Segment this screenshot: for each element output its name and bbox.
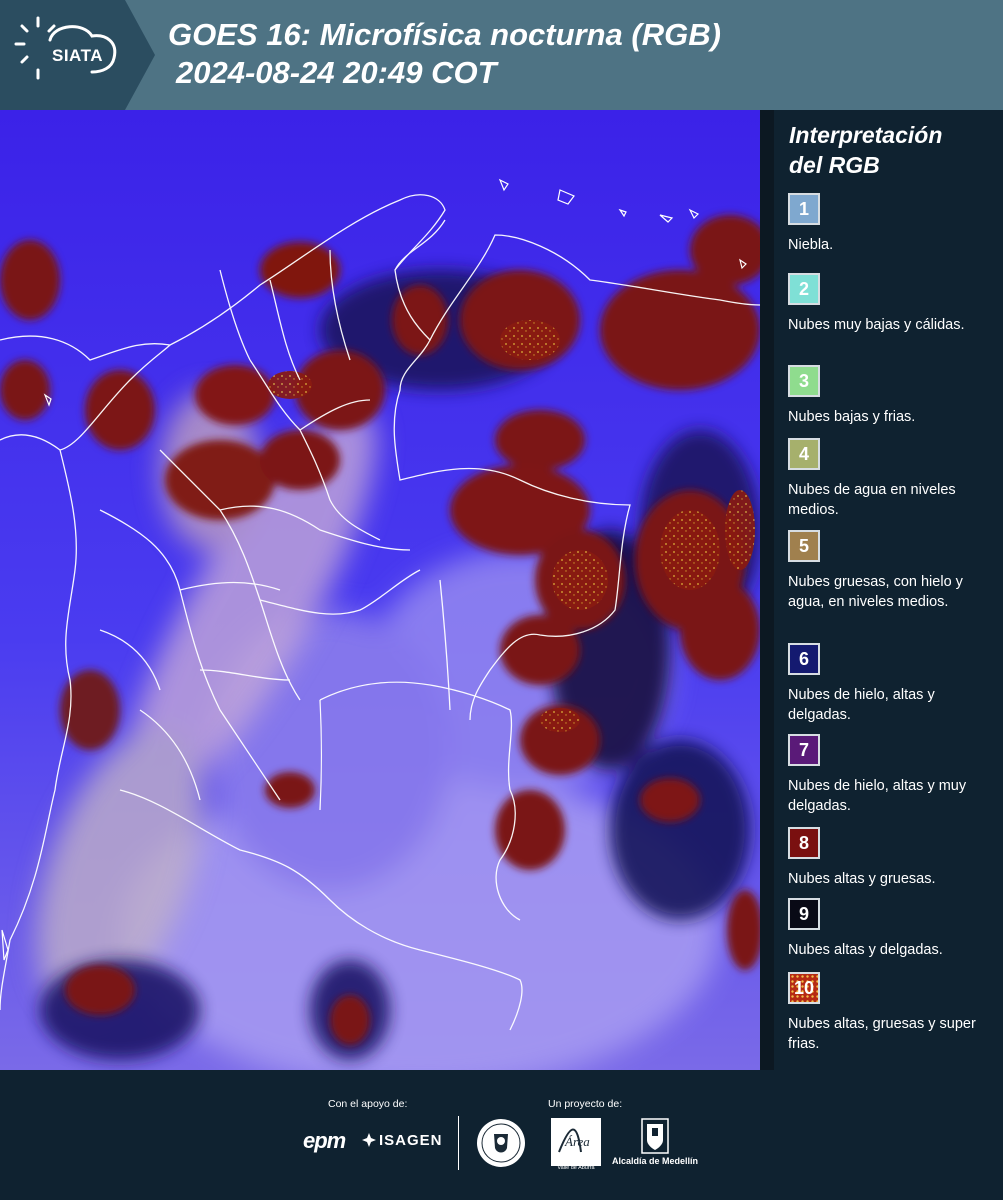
legend-swatch-9: 9 [788,898,820,930]
legend-item-1: 1 Niebla. [788,193,993,255]
legend-item-3: 3 Nubes bajas y frias. [788,365,993,427]
legend-label-2: Nubes muy bajas y cálidas. [788,317,965,333]
epm-logo: epm [303,1128,346,1153]
legend-swatch-1: 1 [788,193,820,225]
legend-item-6: 6 Nubes de hielo, altas y delgadas. [788,643,993,725]
legend-swatch-4: 4 [788,438,820,470]
legend-title: Interpretación del RGB [789,120,989,180]
legend-title-line-1: Interpretación [789,122,943,148]
legend-swatch-6: 6 [788,643,820,675]
legend-item-9: 9 Nubes altas y delgadas. [788,898,993,960]
header-bar: SIATA GOES 16: Microfísica nocturna (RGB… [0,0,1003,110]
page-title: GOES 16: Microfísica nocturna (RGB) 2024… [168,16,721,92]
legend-label-7: Nubes de hielo, altas y muy delgadas. [788,778,967,814]
alcaldia-text: Alcaldía de Medellín [612,1156,699,1166]
legend-item-5: 5 Nubes gruesas, con hielo y agua, en ni… [788,530,993,612]
legend-label-10: Nubes altas, gruesas y super frias. [788,1016,976,1052]
legend-item-4: 4 Nubes de agua en niveles medios. [788,438,993,520]
area-metropolitana-text: METROPOLITANA Valle de Aburrá [552,1159,600,1171]
medellin-shield-icon [641,1118,669,1154]
legend-swatch-7: 7 [788,734,820,766]
title-line-1: GOES 16: Microfísica nocturna (RGB) [168,17,721,52]
legend-label-1: Niebla. [788,237,834,253]
legend-title-line-2: del RGB [789,152,880,178]
legend-label-9: Nubes altas y delgadas. [788,942,943,958]
legend-panel: Interpretación del RGB 1 Niebla. 2 Nubes… [774,110,1003,1070]
siata-logo: SIATA [0,0,155,110]
area-script-text: Área [564,1134,590,1149]
project-label: Un proyecto de: [548,1098,623,1110]
footer: Con el apoyo de: Un proyecto de: epm ISA… [0,1070,1003,1200]
legend-label-3: Nubes bajas y frias. [788,409,916,425]
isagen-text: ISAGEN [379,1132,443,1149]
legend-swatch-2: 2 [788,273,820,305]
title-line-2: 2024-08-24 20:49 COT [176,55,497,90]
footer-divider [458,1116,459,1170]
area-metropolitana-icon: Área [558,1128,590,1153]
legend-label-5: Nubes gruesas, con hielo y agua, en nive… [788,574,963,610]
legend-swatch-5: 5 [788,530,820,562]
logo-text: SIATA [52,46,103,65]
legend-item-7: 7 Nubes de hielo, altas y muy delgadas. [788,734,993,816]
legend-label-8: Nubes altas y gruesas. [788,871,936,887]
university-seal-icon [477,1119,525,1167]
isagen-icon [362,1133,376,1147]
satellite-map[interactable] [0,110,760,1070]
legend-item-10: 10 Nubes altas, gruesas y super frias. [788,972,993,1054]
legend-label-4: Nubes de agua en niveles medios. [788,482,956,518]
support-label: Con el apoyo de: [328,1098,408,1110]
legend-label-6: Nubes de hielo, altas y delgadas. [788,687,935,723]
legend-item-8: 8 Nubes altas y gruesas. [788,827,993,889]
legend-swatch-10: 10 [788,972,820,1004]
satellite-image [0,110,760,1070]
legend-swatch-8: 8 [788,827,820,859]
legend-swatch-3: 3 [788,365,820,397]
map-divider [760,110,774,1070]
legend-item-2: 2 Nubes muy bajas y cálidas. [788,273,993,335]
isagen-logo: ISAGEN [362,1132,443,1149]
